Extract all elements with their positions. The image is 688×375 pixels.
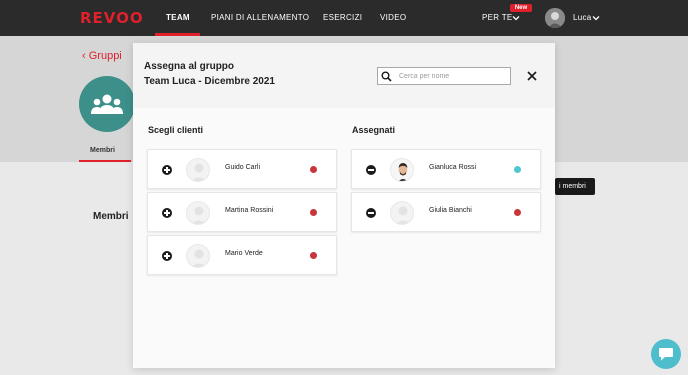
search-field[interactable] <box>377 67 511 85</box>
client-card: Martina Rossini <box>147 192 337 232</box>
client-name: Gianluca Rossi <box>429 164 477 171</box>
search-icon <box>381 71 392 82</box>
back-to-groups-link[interactable]: ‹ Gruppi <box>82 50 122 62</box>
search-input[interactable] <box>399 70 507 83</box>
status-dot <box>310 209 317 216</box>
nav-video[interactable]: VIDEO <box>380 13 406 22</box>
status-dot <box>514 166 521 173</box>
user-placeholder-icon <box>191 206 207 224</box>
avatar <box>186 244 210 268</box>
status-dot <box>310 252 317 259</box>
user-name[interactable]: Luca <box>573 13 592 22</box>
group-avatar <box>79 76 135 132</box>
avatar <box>390 158 414 182</box>
group-icon <box>91 94 123 114</box>
members-section-title: Membri <box>93 211 129 222</box>
client-name: Mario Verde <box>225 250 263 257</box>
add-members-button[interactable]: i membri <box>555 178 595 195</box>
add-client-button[interactable] <box>162 165 172 175</box>
avatar <box>186 201 210 225</box>
assigned-card: Gianluca Rossi <box>351 149 541 189</box>
user-placeholder-icon <box>395 206 411 224</box>
user-avatar[interactable] <box>545 8 565 28</box>
modal-title-group-name: Team Luca - Dicembre 2021 <box>144 76 275 87</box>
avatar <box>390 201 414 225</box>
client-card: Guido Carli <box>147 149 337 189</box>
nav-per-te[interactable]: PER TE <box>482 13 513 22</box>
modal-title: Assegna al gruppo Team Luca - Dicembre 2… <box>144 59 275 89</box>
user-photo-icon <box>391 159 413 181</box>
client-name: Giulia Bianchi <box>429 207 472 214</box>
status-dot <box>514 209 521 216</box>
revoo-logo[interactable]: REVOO <box>80 9 144 27</box>
nav-piani-di-allenamento[interactable]: PIANI DI ALLENAMENTO <box>211 13 309 22</box>
remove-client-button[interactable] <box>366 165 376 175</box>
choose-clients-title: Scegli clienti <box>148 125 204 135</box>
user-placeholder-icon <box>191 249 207 267</box>
client-card: Mario Verde <box>147 235 337 275</box>
tab-active-indicator <box>79 160 131 162</box>
modal-title-line1: Assegna al gruppo <box>144 61 235 72</box>
nav-team[interactable]: TEAM <box>166 13 190 22</box>
chevron-down-icon[interactable] <box>592 14 600 22</box>
back-label: Gruppi <box>88 50 122 62</box>
modal-header: Assegna al gruppo Team Luca - Dicembre 2… <box>133 43 555 108</box>
chat-icon <box>659 347 673 360</box>
status-dot <box>310 166 317 173</box>
assign-to-group-modal: Assegna al gruppo Team Luca - Dicembre 2… <box>133 43 555 368</box>
avatar <box>186 158 210 182</box>
close-icon[interactable] <box>526 70 538 82</box>
top-navbar: REVOO TEAM PIANI DI ALLENAMENTO ESERCIZI… <box>0 0 688 36</box>
tab-membri[interactable]: Membri <box>90 147 115 154</box>
nav-esercizi[interactable]: ESERCIZI <box>323 13 362 22</box>
chevron-down-icon[interactable] <box>512 14 520 22</box>
assigned-card: Giulia Bianchi <box>351 192 541 232</box>
chat-button[interactable] <box>651 339 681 369</box>
user-placeholder-icon <box>191 163 207 181</box>
user-photo-icon <box>545 8 565 28</box>
client-name: Martina Rossini <box>225 207 274 214</box>
chevron-left-icon: ‹ <box>82 50 89 62</box>
client-name: Guido Carli <box>225 164 261 171</box>
remove-client-button[interactable] <box>366 208 376 218</box>
add-client-button[interactable] <box>162 208 172 218</box>
new-badge: New <box>510 4 532 12</box>
add-client-button[interactable] <box>162 251 172 261</box>
assigned-title: Assegnati <box>352 125 396 135</box>
